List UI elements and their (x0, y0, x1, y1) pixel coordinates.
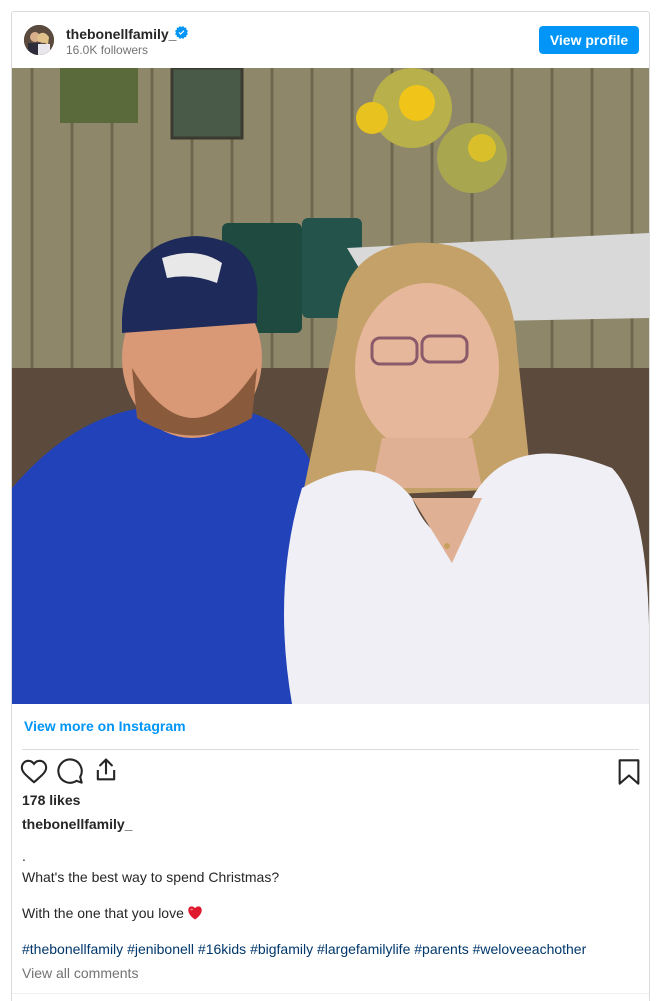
profile-avatar[interactable] (24, 25, 54, 55)
red-heart-emoji-icon (188, 906, 202, 920)
view-more-on-instagram-link[interactable]: View more on Instagram (24, 718, 186, 734)
hashtag-link[interactable]: #16kids (198, 941, 246, 957)
post-header: thebonellfamily_ 16.0K followers View pr… (12, 12, 649, 68)
bookmark-icon[interactable] (615, 758, 643, 786)
view-profile-button[interactable]: View profile (539, 26, 639, 54)
comment-bubble-icon[interactable] (56, 757, 84, 785)
caption-line-with-emoji: With the one that you love (22, 905, 203, 921)
caption-line: What's the best way to spend Christmas? (22, 869, 280, 885)
caption-text: With the one that you love (22, 905, 184, 921)
post-actions-bar (12, 756, 649, 790)
hashtag-link[interactable]: #largefamilylife (317, 941, 410, 957)
hashtag-link[interactable]: #jenibonell (127, 941, 194, 957)
profile-username[interactable]: thebonellfamily_ (66, 26, 176, 42)
follower-count: 16.0K followers (66, 43, 149, 57)
hashtag-list: #thebonellfamily #jenibonell #16kids #bi… (22, 941, 586, 957)
divider (22, 749, 639, 750)
hashtag-link[interactable]: #parents (414, 941, 468, 957)
view-all-comments-link[interactable]: View all comments (22, 965, 138, 981)
divider (12, 993, 649, 994)
hashtag-link[interactable]: #weloveeachother (473, 941, 587, 957)
hashtag-link[interactable]: #thebonellfamily (22, 941, 123, 957)
share-upload-icon[interactable] (92, 756, 120, 784)
verified-badge-icon (175, 26, 188, 39)
instagram-embed-card: thebonellfamily_ 16.0K followers View pr… (11, 11, 650, 1001)
hashtag-link[interactable]: #bigfamily (250, 941, 313, 957)
caption-dot: . (22, 848, 26, 864)
heart-outline-icon[interactable] (20, 757, 48, 785)
post-photo[interactable] (12, 68, 649, 704)
like-count[interactable]: 178 likes (22, 792, 80, 808)
caption-username[interactable]: thebonellfamily_ (22, 816, 132, 832)
